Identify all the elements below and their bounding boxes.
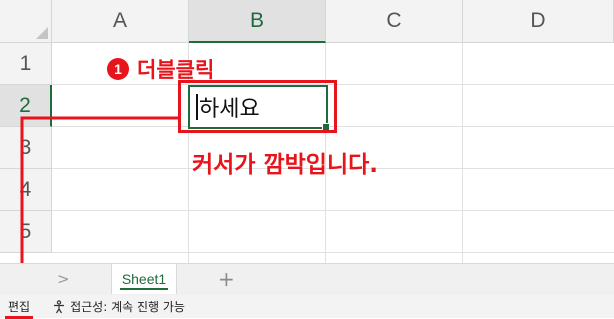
select-all-corner[interactable] — [0, 0, 52, 43]
step-label: 더블클릭 — [137, 58, 215, 82]
active-tab-underline — [120, 288, 168, 290]
sheet-tab-label: Sheet1 — [121, 271, 167, 287]
sheet-tab-bar: > Sheet1 + — [0, 263, 614, 295]
gridline-v — [462, 43, 463, 263]
row-header-1[interactable]: 1 — [0, 43, 52, 85]
annotation-highlight-box — [178, 80, 337, 133]
row-header-3[interactable]: 3 — [0, 127, 52, 169]
edit-mode-indicator: 편집 — [5, 298, 34, 319]
annotation-step: 1 더블클릭 — [107, 54, 214, 84]
row-header-2[interactable]: 2 — [0, 85, 52, 127]
add-sheet-icon[interactable]: + — [218, 267, 235, 291]
annotation-caption: 커서가 깜박입니다. — [192, 152, 379, 178]
row-header-4[interactable]: 4 — [0, 169, 52, 211]
gridline-h — [52, 210, 614, 211]
column-header-a[interactable]: A — [52, 0, 189, 43]
select-all-triangle — [36, 27, 48, 39]
column-header-c[interactable]: C — [326, 0, 463, 43]
next-sheet-arrow-icon[interactable]: > — [57, 270, 70, 288]
accessibility-label: 접근성: 계속 진행 가능 — [70, 300, 185, 314]
accessibility-status[interactable]: 접근성: 계속 진행 가능 — [52, 298, 185, 315]
accessibility-icon — [54, 299, 65, 313]
sheet-tab-sheet1[interactable]: Sheet1 — [111, 264, 177, 294]
row-header-5[interactable]: 5 — [0, 211, 52, 253]
step-number-badge: 1 — [107, 58, 129, 80]
column-header-d[interactable]: D — [463, 0, 614, 43]
mode-label: 편집 — [8, 300, 31, 314]
gridline-h — [52, 252, 614, 253]
status-bar: 편집 접근성: 계속 진행 가능 — [0, 295, 614, 319]
column-header-b[interactable]: B — [189, 0, 326, 43]
